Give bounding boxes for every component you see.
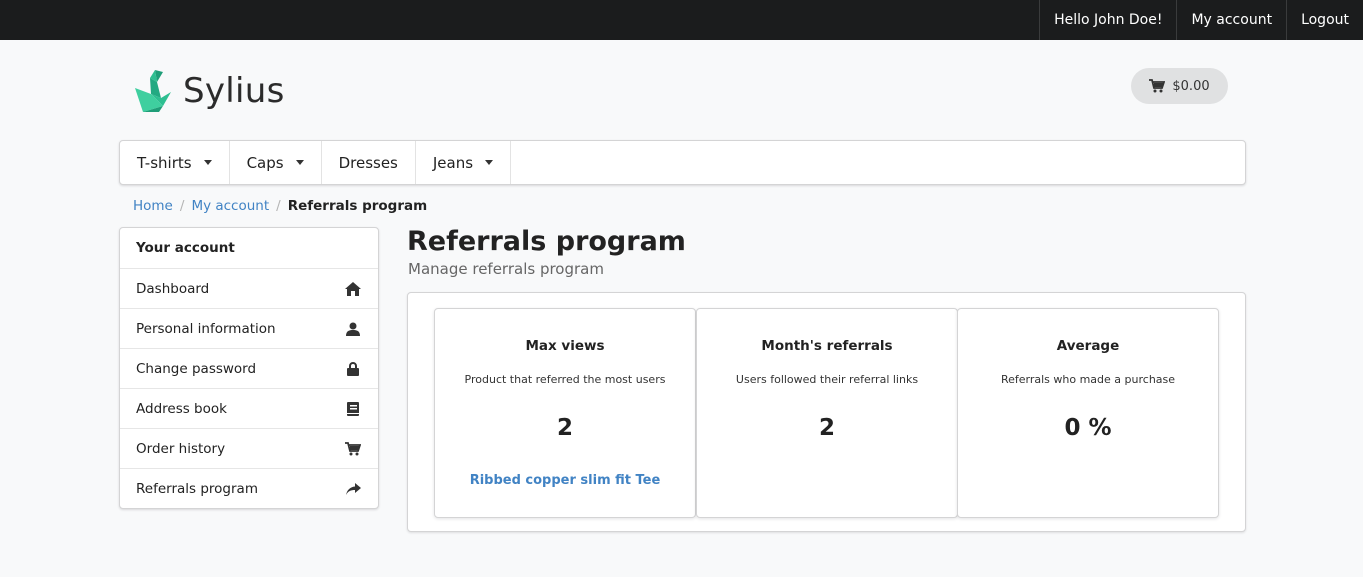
breadcrumb-my-account[interactable]: My account [191,198,269,214]
stat-value: 0 % [1064,415,1112,441]
caret-down-icon [295,160,304,165]
breadcrumb-divider: / [276,198,281,214]
sidebar-item-label: Order history [136,440,226,457]
store-logo[interactable]: Sylius [133,68,285,114]
sidebar-header: Your account [120,228,378,269]
cart-icon [345,441,361,457]
top-user-menu: Hello John Doe! My account Logout [1039,0,1363,40]
home-icon [345,281,361,297]
sidebar-item-label: Address book [136,400,227,417]
cart-total: $0.00 [1172,78,1210,94]
book-icon [345,401,361,417]
nav-item-label: Dresses [338,153,398,172]
nav-item-label: Jeans [432,153,474,172]
stat-value: 2 [556,415,573,441]
cart-button[interactable]: $0.00 [1131,68,1228,104]
sidebar-item-personal-information[interactable]: Personal information [120,309,378,349]
page-subtitle: Manage referrals program [408,260,604,278]
nav-item-caps[interactable]: Caps [230,141,322,184]
user-greeting: Hello John Doe! [1039,0,1176,40]
stat-description: Referrals who made a purchase [1000,373,1176,386]
sidebar-item-dashboard[interactable]: Dashboard [120,269,378,309]
stat-description: Users followed their referral links [735,373,919,386]
sidebar-item-change-password[interactable]: Change password [120,349,378,389]
stat-title: Month's referrals [761,338,893,354]
caret-down-icon [203,160,212,165]
stat-value: 2 [818,415,835,441]
nav-item-label: Caps [246,153,284,172]
user-icon [345,321,361,337]
stat-card-average: Average Referrals who made a purchase 0 … [957,308,1219,518]
nav-item-jeans[interactable]: Jeans [416,141,512,184]
sidebar-item-label: Referrals program [136,481,258,497]
lock-icon [345,361,361,377]
sidebar-item-label: Personal information [136,320,276,337]
referral-stats-panel: Max views Product that referred the most… [407,292,1246,532]
top-bar: Hello John Doe! My account Logout [0,0,1363,40]
caret-down-icon [485,160,494,165]
breadcrumb: Home / My account / Referrals program [133,197,427,215]
stat-description: Product that referred the most users [464,373,666,386]
logout-link[interactable]: Logout [1286,0,1363,40]
sidebar-item-label: Dashboard [136,280,210,297]
stat-card-max-views: Max views Product that referred the most… [434,308,696,518]
nav-item-tshirts[interactable]: T-shirts [120,141,230,184]
stat-title: Max views [525,338,605,354]
nav-item-label: T-shirts [137,153,192,172]
cart-icon [1149,79,1166,93]
swan-logo-icon [135,70,171,112]
top-product-link[interactable]: Ribbed copper slim fit Tee [435,473,695,488]
sidebar-item-order-history[interactable]: Order history [120,429,378,469]
account-sidebar: Your account Dashboard Personal informat… [119,227,379,509]
sidebar-item-label: Change password [136,360,257,377]
main-navigation: T-shirts Caps Dresses Jeans [119,140,1246,185]
breadcrumb-divider: / [179,198,185,214]
breadcrumb-home[interactable]: Home [133,198,173,214]
breadcrumb-current: Referrals program [287,198,428,214]
nav-item-dresses[interactable]: Dresses [322,141,416,184]
stat-card-months-referrals: Month's referrals Users followed their r… [696,308,958,518]
share-icon [345,481,361,497]
sidebar-item-address-book[interactable]: Address book [120,389,378,429]
my-account-link[interactable]: My account [1176,0,1286,40]
sidebar-item-referrals-program[interactable]: Referrals program [120,469,378,509]
logo-text: Sylius [183,71,285,111]
page-title: Referrals program [407,226,686,257]
stat-title: Average [1056,338,1120,354]
